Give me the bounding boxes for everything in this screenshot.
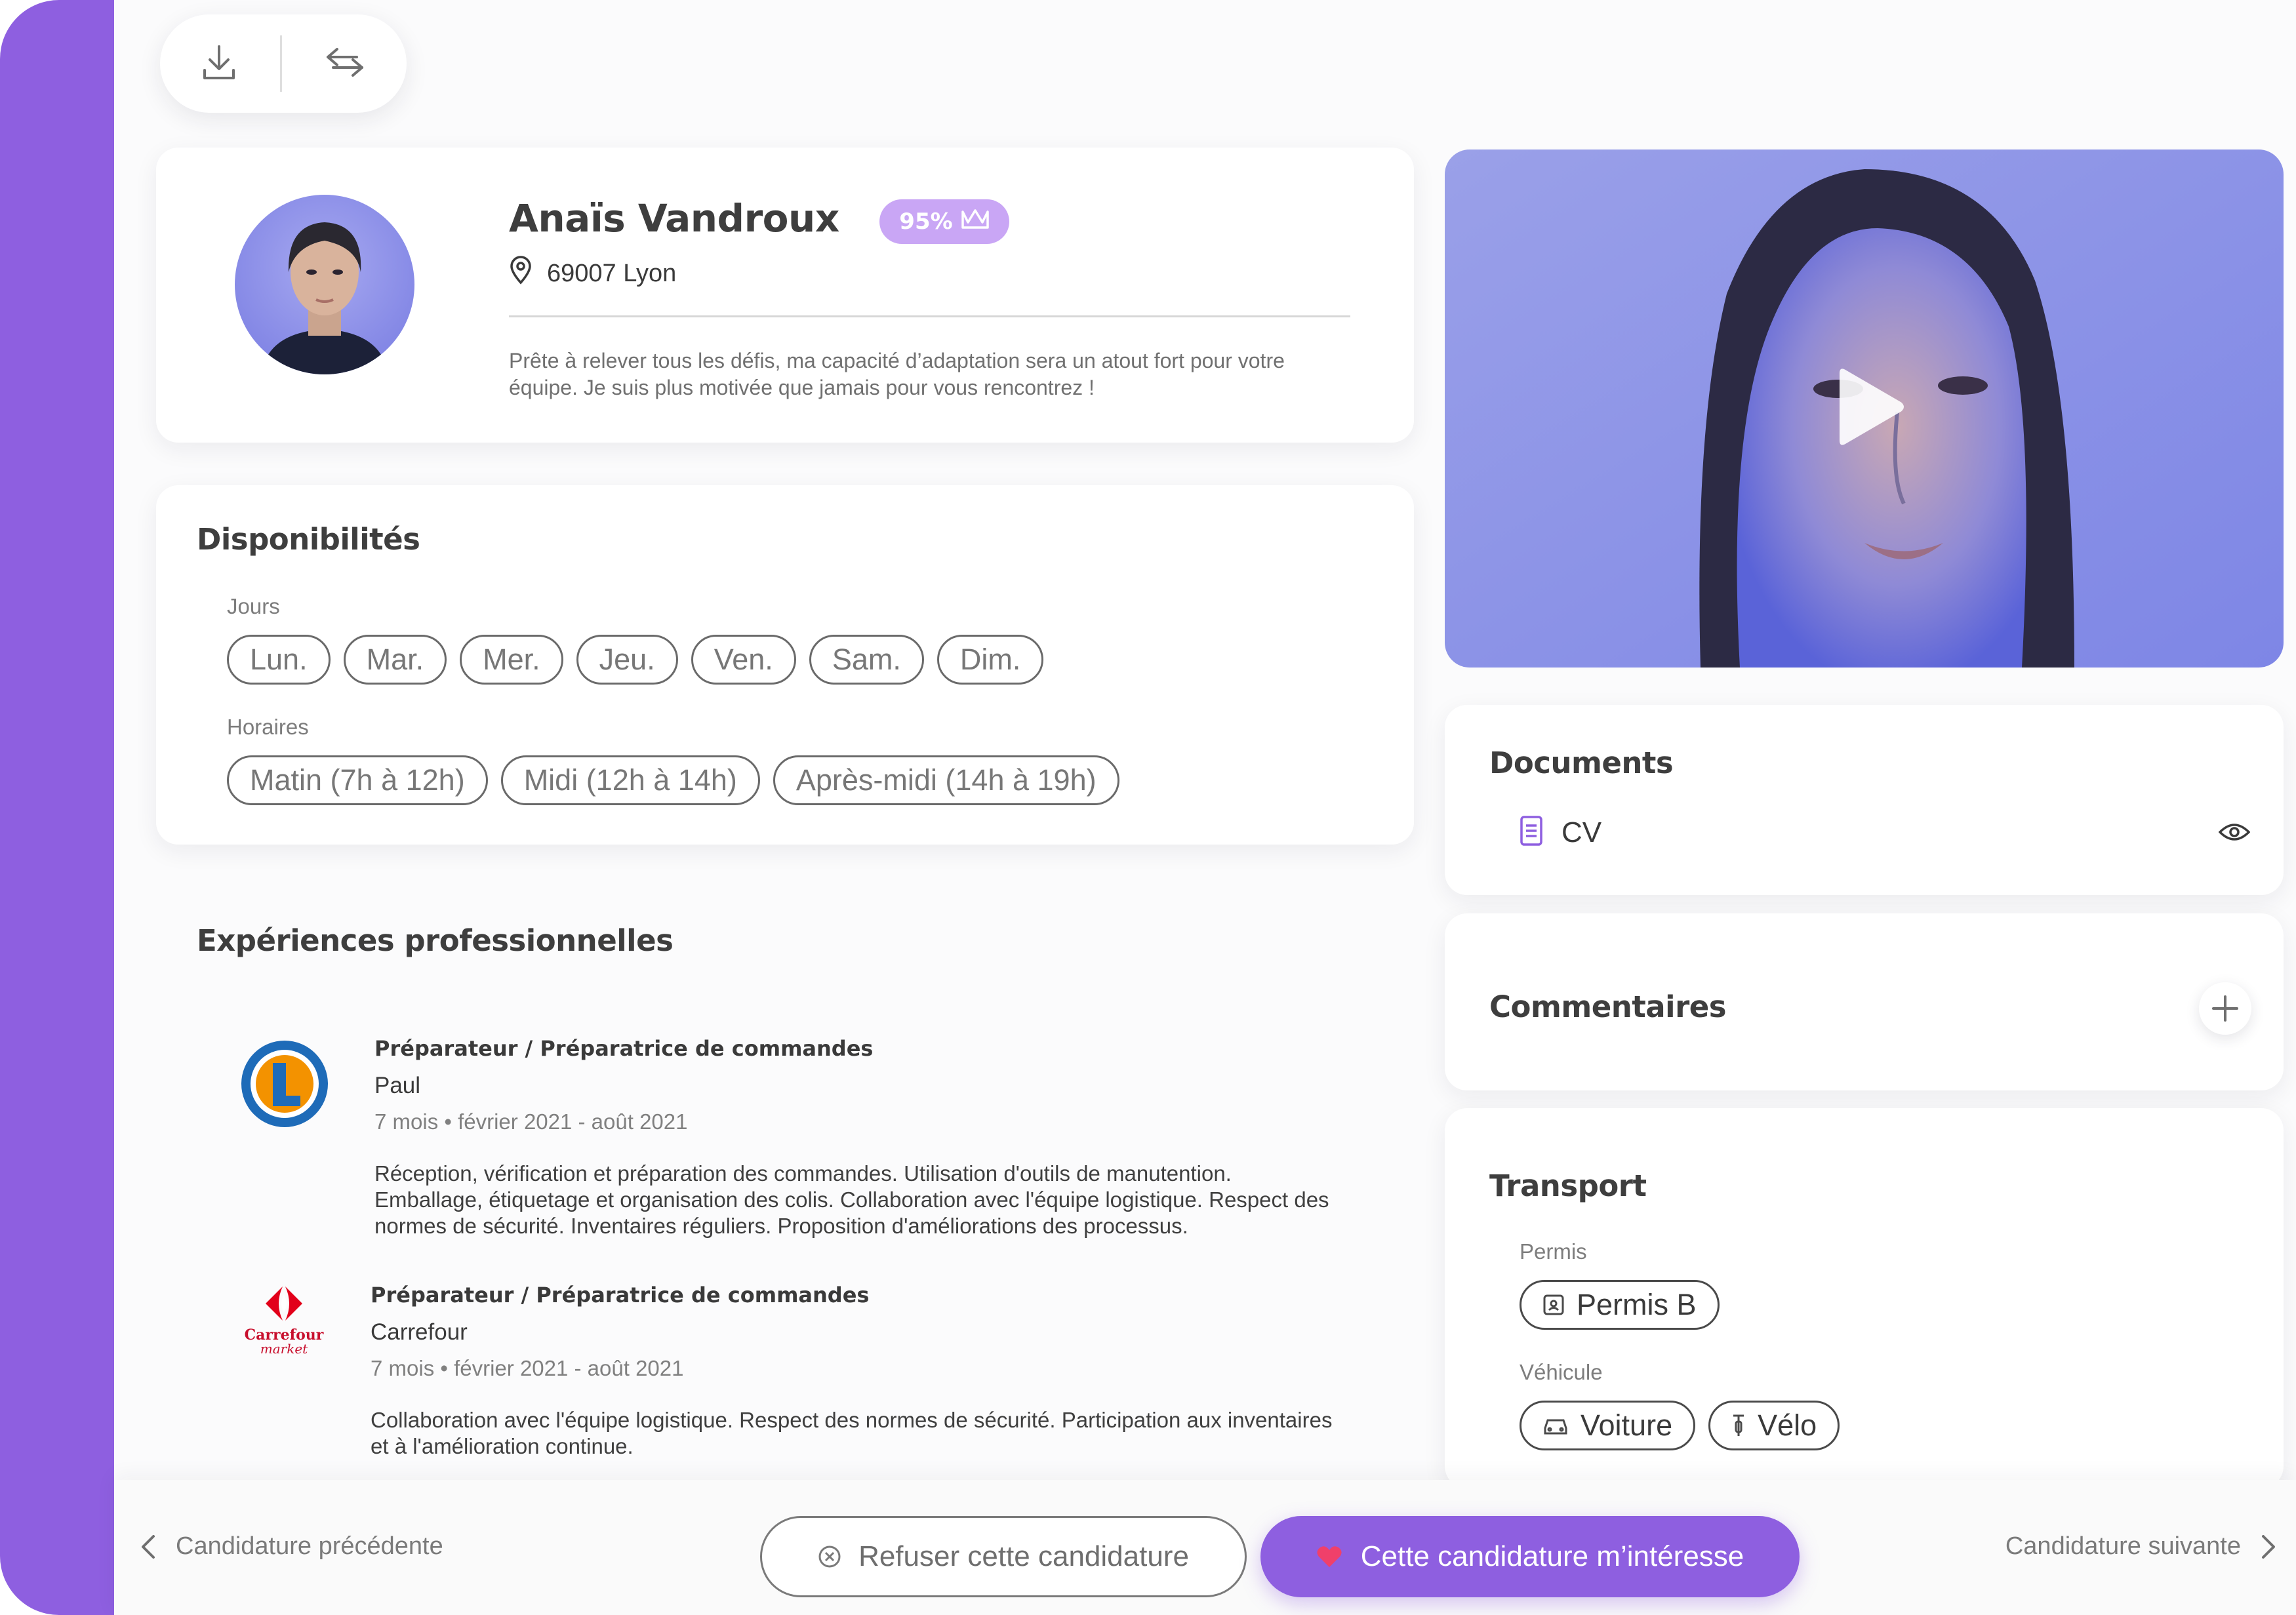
plus-icon bbox=[2212, 995, 2238, 1022]
hours-chip[interactable]: Après-midi (14h à 19h) bbox=[773, 755, 1119, 805]
footer-actions: Candidature précédente Refuser cette can… bbox=[114, 1480, 2296, 1615]
candidate-location: 69007 Lyon bbox=[509, 256, 676, 291]
close-circle-icon bbox=[818, 1545, 841, 1568]
license-chip-label: Permis B bbox=[1577, 1288, 1697, 1321]
carrefour-logo-text: Carrefour bbox=[244, 1326, 324, 1344]
profile-card: Anaïs Vandroux 95% 69007 Lyon Prête à re… bbox=[156, 148, 1414, 443]
experience-role: Préparateur / Préparatrice de commandes bbox=[371, 1283, 870, 1307]
accept-application-button[interactable]: Cette candidature m’intéresse bbox=[1260, 1516, 1800, 1597]
next-application-label: Candidature suivante bbox=[2005, 1532, 2241, 1560]
hours-chip-list: Matin (7h à 12h) Midi (12h à 14h) Après-… bbox=[227, 755, 1133, 805]
document-icon bbox=[1520, 815, 1543, 850]
hours-label: Horaires bbox=[227, 715, 309, 739]
candidate-name: Anaïs Vandroux bbox=[509, 196, 839, 241]
license-chip-list: Permis B bbox=[1520, 1280, 1733, 1330]
refuse-button-label: Refuser cette candidature bbox=[858, 1540, 1189, 1572]
license-chip[interactable]: Permis B bbox=[1520, 1280, 1720, 1330]
previous-application-link[interactable]: Candidature précédente bbox=[140, 1532, 443, 1561]
description-line: et à l'amélioration continue. bbox=[371, 1434, 634, 1458]
documents-title: Documents bbox=[1489, 746, 1674, 780]
experience-role: Préparateur / Préparatrice de commandes bbox=[374, 1036, 874, 1061]
documents-card: Documents CV bbox=[1445, 705, 2284, 895]
crown-icon bbox=[961, 208, 990, 236]
transport-card: Transport Permis Permis B Véhicule Voitu… bbox=[1445, 1108, 2284, 1488]
day-chip[interactable]: Jeu. bbox=[576, 635, 678, 685]
comments-title: Commentaires bbox=[1489, 989, 1727, 1024]
map-pin-icon bbox=[509, 256, 533, 291]
toolbar bbox=[160, 14, 407, 113]
experience-dates: 7 mois • février 2021 - août 2021 bbox=[374, 1109, 688, 1134]
previous-application-label: Candidature précédente bbox=[176, 1532, 443, 1560]
description-line: normes de sécurité. Inventaires régulier… bbox=[374, 1214, 1188, 1238]
candidate-bio: Prête à relever tous les défis, ma capac… bbox=[509, 348, 1381, 401]
vehicle-chip-label: Voiture bbox=[1581, 1408, 1673, 1442]
profile-divider bbox=[509, 315, 1350, 317]
chevron-right-icon bbox=[2262, 1534, 2275, 1559]
carrefour-logo: Carrefour market bbox=[243, 1283, 325, 1355]
leclerc-logo bbox=[240, 1039, 329, 1132]
vehicle-chip-list: Voiture Vélo bbox=[1520, 1401, 1853, 1450]
day-chip[interactable]: Mer. bbox=[460, 635, 563, 685]
availability-card: Disponibilités Jours Lun. Mar. Mer. Jeu.… bbox=[156, 485, 1414, 845]
experience-dates: 7 mois • février 2021 - août 2021 bbox=[371, 1356, 684, 1380]
vehicle-chip-bike[interactable]: Vélo bbox=[1708, 1401, 1840, 1450]
swap-arrows-icon[interactable] bbox=[324, 45, 366, 83]
license-label: Permis bbox=[1520, 1239, 1587, 1264]
experience-company: Paul bbox=[374, 1073, 421, 1098]
location-text: 69007 Lyon bbox=[547, 259, 677, 287]
day-chip[interactable]: Dim. bbox=[937, 635, 1044, 685]
play-icon[interactable] bbox=[1836, 363, 1908, 454]
license-card-icon bbox=[1543, 1294, 1564, 1315]
vehicle-chip-label: Vélo bbox=[1758, 1408, 1817, 1442]
match-score-badge: 95% bbox=[879, 199, 1009, 244]
candidate-profile-app: Anaïs Vandroux 95% 69007 Lyon Prête à re… bbox=[114, 0, 2296, 1615]
toolbar-divider bbox=[279, 35, 282, 92]
transport-title: Transport bbox=[1489, 1168, 1647, 1203]
day-chip[interactable]: Sam. bbox=[809, 635, 924, 685]
day-chip[interactable]: Ven. bbox=[691, 635, 796, 685]
download-icon[interactable] bbox=[201, 43, 237, 85]
document-label: CV bbox=[1561, 816, 1602, 848]
refuse-application-button[interactable]: Refuser cette candidature bbox=[760, 1516, 1247, 1597]
carrefour-logo-subtext: market bbox=[260, 1341, 308, 1357]
experience-description: Réception, vérification et préparation d… bbox=[374, 1161, 1371, 1239]
accept-button-label: Cette candidature m’intéresse bbox=[1360, 1540, 1744, 1572]
description-line: Collaboration avec l'équipe logistique. … bbox=[371, 1408, 1333, 1432]
experiences-title: Expériences professionnelles bbox=[197, 923, 674, 958]
next-application-link[interactable]: Candidature suivante bbox=[2005, 1532, 2276, 1561]
eye-icon[interactable] bbox=[2218, 822, 2251, 846]
days-chip-list: Lun. Mar. Mer. Jeu. Ven. Sam. Dim. bbox=[227, 635, 1057, 685]
bio-line: équipe. Je suis plus motivée que jamais … bbox=[509, 376, 1095, 399]
availability-title: Disponibilités bbox=[197, 522, 420, 557]
description-line: Emballage, étiquetage et organisation de… bbox=[374, 1187, 1329, 1212]
avatar bbox=[235, 195, 414, 374]
days-label: Jours bbox=[227, 594, 280, 618]
document-item-cv[interactable]: CV bbox=[1520, 815, 1601, 850]
heart-icon bbox=[1317, 1546, 1342, 1567]
experience-company: Carrefour bbox=[371, 1319, 468, 1345]
vehicle-label: Véhicule bbox=[1520, 1360, 1603, 1384]
chevron-left-icon bbox=[142, 1534, 155, 1559]
left-accent-strip bbox=[0, 0, 114, 1615]
vehicle-chip-car[interactable]: Voiture bbox=[1520, 1401, 1696, 1450]
comments-card: Commentaires bbox=[1445, 913, 2284, 1090]
bike-icon bbox=[1733, 1414, 1744, 1436]
car-icon bbox=[1544, 1419, 1567, 1435]
hours-chip[interactable]: Midi (12h à 14h) bbox=[500, 755, 760, 805]
add-comment-button[interactable] bbox=[2199, 982, 2251, 1035]
hours-chip[interactable]: Matin (7h à 12h) bbox=[227, 755, 488, 805]
video-presentation[interactable] bbox=[1445, 150, 2284, 668]
experience-description: Collaboration avec l'équipe logistique. … bbox=[371, 1407, 1367, 1460]
bio-line: Prête à relever tous les défis, ma capac… bbox=[509, 349, 1285, 372]
day-chip[interactable]: Mar. bbox=[343, 635, 447, 685]
match-score: 95% bbox=[899, 209, 953, 235]
day-chip[interactable]: Lun. bbox=[227, 635, 331, 685]
description-line: Réception, vérification et préparation d… bbox=[374, 1161, 1232, 1186]
